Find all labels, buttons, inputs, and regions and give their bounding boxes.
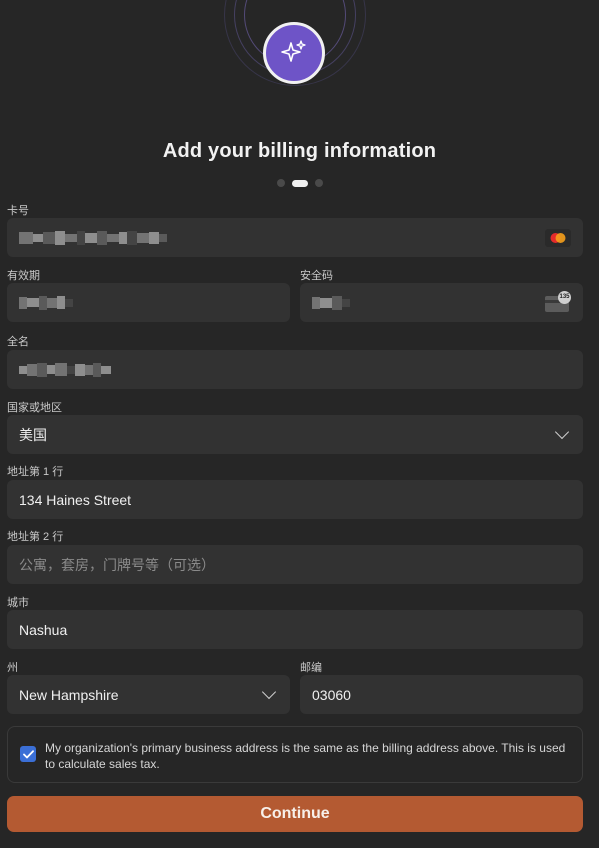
country-label: 国家或地区 bbox=[7, 402, 62, 414]
continue-button[interactable]: Continue bbox=[7, 796, 583, 832]
card-number-masked-value bbox=[19, 230, 545, 245]
page-title: Add your billing information bbox=[162, 140, 437, 162]
city-label: 城市 bbox=[7, 597, 29, 609]
postal-code-label: 邮编 bbox=[300, 662, 322, 674]
step-indicator bbox=[0, 179, 599, 187]
full-name-field[interactable] bbox=[7, 350, 583, 389]
state-select[interactable]: New Hampshire bbox=[7, 675, 290, 714]
city-field[interactable]: Nashua bbox=[7, 610, 583, 649]
same-address-option[interactable]: My organization's primary business addre… bbox=[7, 726, 583, 783]
expiry-field[interactable] bbox=[7, 283, 290, 322]
step-dot-2-active[interactable] bbox=[291, 179, 308, 187]
postal-code-value: 03060 bbox=[312, 686, 351, 703]
full-name-label: 全名 bbox=[7, 336, 29, 348]
address-line1-label: 地址第 1 行 bbox=[7, 466, 64, 478]
step-dot-3[interactable] bbox=[314, 179, 323, 187]
address-line2-placeholder: 公寓，套房，门牌号等（可选） bbox=[19, 556, 215, 573]
mastercard-icon bbox=[545, 228, 571, 247]
chevron-down-icon bbox=[261, 684, 277, 700]
billing-page: Add your billing information 卡号 有效期 安全码 bbox=[0, 0, 599, 848]
checkmark-icon bbox=[22, 749, 34, 758]
chevron-down-icon bbox=[554, 424, 570, 440]
cvc-masked-value bbox=[312, 295, 545, 310]
postal-code-field[interactable]: 03060 bbox=[300, 675, 583, 714]
country-select[interactable]: 美国 bbox=[7, 415, 583, 454]
step-dot-1[interactable] bbox=[276, 179, 285, 187]
address-line2-field[interactable]: 公寓，套房，门牌号等（可选） bbox=[7, 545, 583, 584]
card-number-field[interactable] bbox=[7, 218, 583, 257]
address-line2-label: 地址第 2 行 bbox=[7, 531, 64, 543]
cvc-hint-badge: 135 bbox=[558, 290, 571, 304]
card-number-label: 卡号 bbox=[7, 205, 29, 217]
sparkle-icon bbox=[263, 22, 325, 84]
cvc-label: 安全码 bbox=[300, 270, 333, 282]
full-name-masked-value bbox=[19, 362, 571, 377]
same-address-checkbox[interactable] bbox=[20, 746, 36, 762]
same-address-text: My organization's primary business addre… bbox=[45, 741, 566, 771]
city-value: Nashua bbox=[19, 621, 68, 638]
card-back-icon: 135 bbox=[545, 290, 571, 312]
address-line1-value: 134 Haines Street bbox=[19, 491, 132, 508]
state-label: 州 bbox=[7, 662, 18, 674]
expiry-label: 有效期 bbox=[7, 270, 40, 282]
country-value: 美国 bbox=[19, 426, 47, 443]
expiry-masked-value bbox=[19, 295, 278, 310]
state-value: New Hampshire bbox=[19, 686, 119, 703]
address-line1-field[interactable]: 134 Haines Street bbox=[7, 480, 583, 519]
cvc-field[interactable]: 135 bbox=[300, 283, 583, 322]
